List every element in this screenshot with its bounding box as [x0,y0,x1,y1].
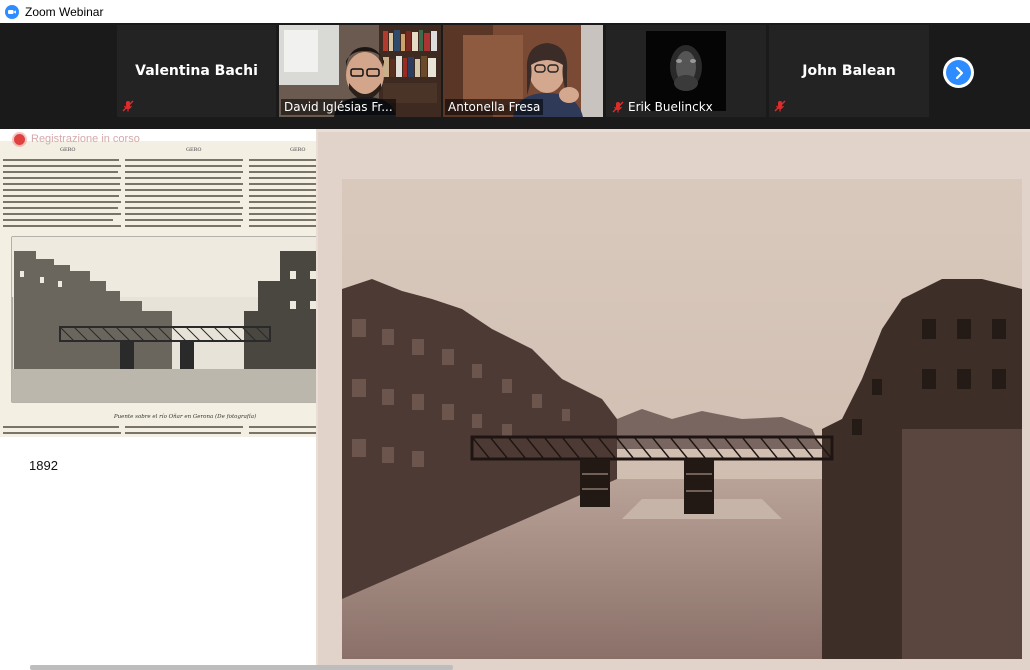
chevron-right-icon [955,66,963,79]
window-titlebar: Zoom Webinar [0,0,1030,23]
participant-tile-erik[interactable]: Erik Buelinckx [606,25,766,117]
participant-name: David Iglésias Fr... [284,100,393,114]
clipping-header-2: GERO [186,147,202,153]
historic-photograph [342,179,1022,659]
horizontal-scrollbar[interactable] [30,665,453,670]
year-caption: 1892 [29,458,58,473]
participant-name-label: David Iglésias Fr... [281,99,396,115]
window-title: Zoom Webinar [25,4,104,19]
participant-name-label: Erik Buelinckx [608,99,716,115]
recording-indicator: Registrazione in corso [14,133,140,145]
participant-strip: Valentina Bachi David Iglésias Fr... Ant… [0,23,1030,129]
next-participants-button[interactable] [943,57,974,88]
clipping-header-1: GERO [60,147,76,153]
participant-name: John Balean [802,63,896,79]
participant-name: Valentina Bachi [135,63,258,79]
participant-tile-valentina[interactable]: Valentina Bachi [117,25,276,117]
clipping-header-3: GERO [290,147,306,153]
participant-tile-john[interactable]: John Balean [769,25,929,117]
mic-muted-icon [122,100,134,112]
mic-muted-icon [774,100,786,112]
participant-tile-david[interactable]: David Iglésias Fr... [279,25,441,117]
mic-muted-icon [612,101,624,113]
zoom-logo-icon [5,4,19,19]
participant-name: Antonella Fresa [448,100,541,114]
clipping-caption: Puente sobre el río Oñar en Gerona (De f… [113,413,256,420]
participant-tile-antonella[interactable]: Antonella Fresa [443,25,603,117]
recording-label: Registrazione in corso [31,133,140,145]
participant-name-label: Antonella Fresa [445,99,544,115]
shared-screen: Puente sobre el río Oñar en Gerona (De f… [0,129,1030,670]
participant-name: Erik Buelinckx [628,100,713,114]
record-icon [14,133,25,145]
